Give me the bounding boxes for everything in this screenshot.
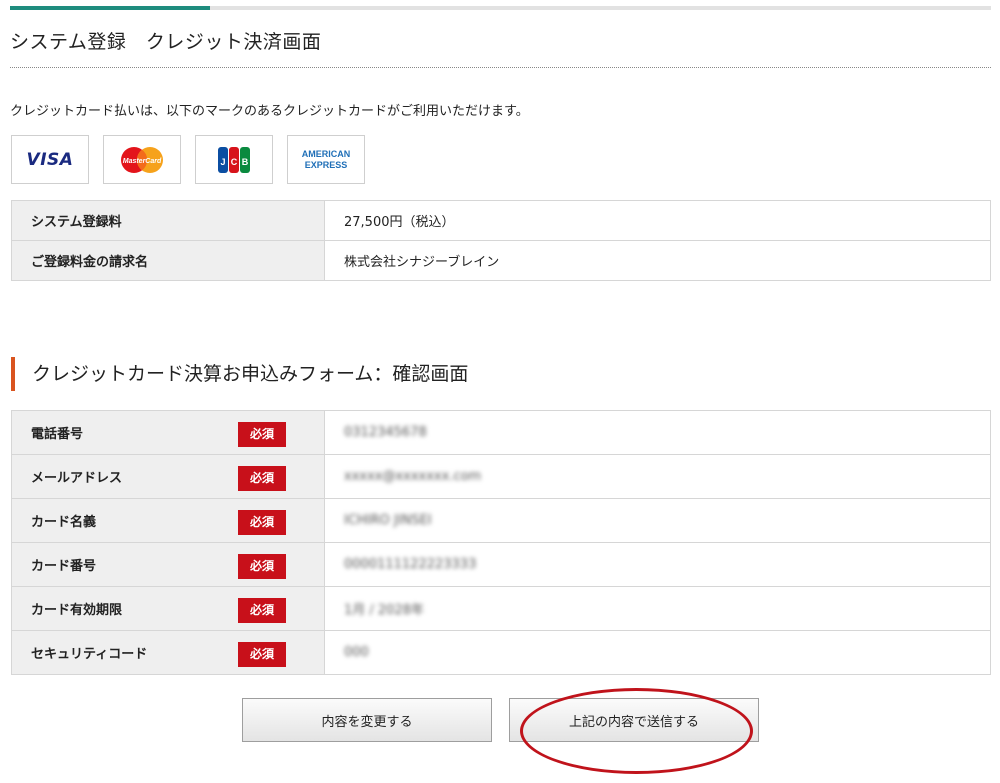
billing-name-value: 株式会社シナジーブレイン [324, 240, 991, 281]
table-row: カード番号 必須 0000111122223333 [11, 542, 991, 587]
required-badge: 必須 [238, 466, 286, 491]
security-code-value: 000 [324, 630, 991, 675]
table-row: システム登録料 27,500円（税込） [11, 200, 991, 241]
table-row: メールアドレス 必須 xxxxx@xxxxxxx.com [11, 454, 991, 499]
email-label: メールアドレス 必須 [11, 454, 325, 499]
submit-button[interactable]: 上記の内容で送信する [509, 698, 759, 742]
required-badge: 必須 [238, 422, 286, 447]
svg-text:J: J [220, 157, 225, 167]
table-row: 電話番号 必須 0312345678 [11, 410, 991, 455]
fee-table: システム登録料 27,500円（税込） ご登録料金の請求名 株式会社シナジーブレ… [11, 200, 991, 281]
jcb-logo-icon: J C B [195, 135, 273, 184]
table-row: カード名義 必須 ICHIRO JINSEI [11, 498, 991, 543]
page-title: システム登録 クレジット決済画面 [10, 31, 322, 53]
top-progress-bar [10, 6, 991, 10]
fee-value: 27,500円（税込） [324, 200, 991, 241]
fee-label: システム登録料 [11, 200, 325, 241]
visa-logo-text: VISA [26, 149, 74, 170]
table-row: カード有効期限 必須 1月 / 2028年 [11, 586, 991, 631]
card-expiry-value: 1月 / 2028年 [324, 586, 991, 631]
billing-name-label: ご登録料金の請求名 [11, 240, 325, 281]
amex-line1: AMERICAN [301, 148, 351, 159]
email-label-text: メールアドレス [31, 471, 123, 486]
card-holder-value-text: ICHIRO JINSEI [344, 513, 432, 528]
form-section-title: クレジットカード決算お申込みフォーム：確認画面 [11, 357, 468, 391]
card-number-label-text: カード番号 [31, 559, 97, 574]
visa-logo-icon: VISA [11, 135, 89, 184]
title-divider [10, 67, 991, 68]
card-number-value: 0000111122223333 [324, 542, 991, 587]
mastercard-logo-icon: MasterCard [103, 135, 181, 184]
card-expiry-label-text: カード有効期限 [31, 603, 123, 618]
table-row: ご登録料金の請求名 株式会社シナジーブレイン [11, 240, 991, 281]
svg-text:C: C [231, 157, 238, 167]
svg-text:B: B [242, 157, 249, 167]
card-intro-text: クレジットカード払いは、以下のマークのあるクレジットカードがご利用いただけます。 [10, 104, 529, 119]
phone-label-text: 電話番号 [31, 427, 84, 442]
amex-logo-icon: AMERICAN EXPRESS [287, 135, 365, 184]
required-badge: 必須 [238, 642, 286, 667]
phone-label: 電話番号 必須 [11, 410, 325, 455]
email-value-text: xxxxx@xxxxxxx.com [344, 469, 482, 484]
change-content-button[interactable]: 内容を変更する [242, 698, 492, 742]
email-value: xxxxx@xxxxxxx.com [324, 454, 991, 499]
top-progress-accent [10, 6, 210, 10]
amex-line2: EXPRESS [304, 159, 348, 170]
required-badge: 必須 [238, 510, 286, 535]
phone-value: 0312345678 [324, 410, 991, 455]
phone-value-text: 0312345678 [344, 425, 427, 440]
confirmation-table: 電話番号 必須 0312345678 メールアドレス 必須 xxxxx@xxxx… [11, 410, 991, 675]
card-holder-label: カード名義 必須 [11, 498, 325, 543]
required-badge: 必須 [238, 554, 286, 579]
table-row: セキュリティコード 必須 000 [11, 630, 991, 675]
security-code-label: セキュリティコード 必須 [11, 630, 325, 675]
card-holder-label-text: カード名義 [31, 515, 97, 530]
card-number-value-text: 0000111122223333 [344, 557, 477, 572]
card-expiry-value-text: 1月 / 2028年 [344, 603, 424, 618]
card-brand-list: VISA MasterCard J C B AMERICAN EXPRESS [11, 135, 365, 184]
svg-text:MasterCard: MasterCard [123, 158, 162, 165]
security-code-label-text: セキュリティコード [31, 647, 148, 662]
security-code-value-text: 000 [344, 645, 369, 660]
card-expiry-label: カード有効期限 必須 [11, 586, 325, 631]
amex-logo-text: AMERICAN EXPRESS [302, 149, 351, 171]
required-badge: 必須 [238, 598, 286, 623]
card-holder-value: ICHIRO JINSEI [324, 498, 991, 543]
card-number-label: カード番号 必須 [11, 542, 325, 587]
